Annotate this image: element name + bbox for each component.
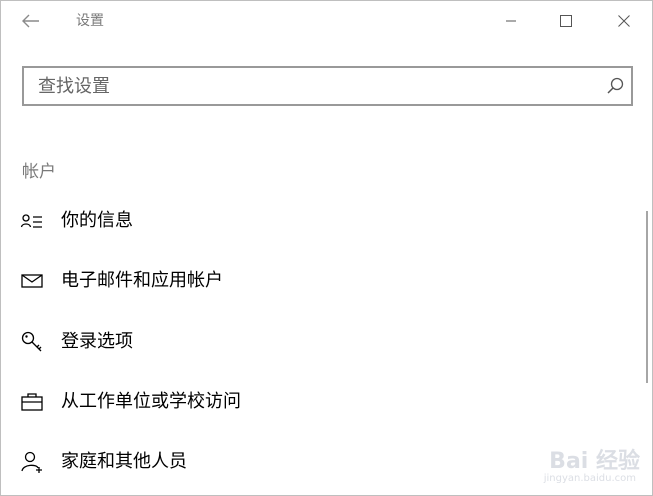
close-icon: [618, 15, 630, 27]
watermark-text: Bai 经验: [549, 449, 640, 474]
window-title: 设置: [76, 13, 104, 29]
mail-icon: [20, 269, 44, 293]
nav-item-label: 从工作单位或学校访问: [61, 391, 241, 412]
search-icon[interactable]: [605, 76, 625, 96]
maximize-button[interactable]: [543, 1, 589, 41]
nav-item-your-info[interactable]: 你的信息: [1, 199, 631, 243]
nav-item-label: 你的信息: [61, 210, 133, 231]
title-bar: 设置: [1, 1, 652, 41]
maximize-icon: [560, 15, 572, 27]
watermark: Bai 经验 jingyan.baidu.com: [514, 437, 644, 489]
nav-item-email-accounts[interactable]: 电子邮件和应用帐户: [1, 259, 631, 303]
add-person-icon: [20, 450, 44, 474]
back-button[interactable]: [13, 7, 49, 35]
search-input[interactable]: [24, 68, 598, 104]
section-title: 帐户: [22, 162, 56, 182]
user-info-icon: [20, 209, 44, 233]
minimize-button[interactable]: [488, 1, 534, 41]
nav-item-work-school[interactable]: 从工作单位或学校访问: [1, 380, 631, 424]
search-box[interactable]: [22, 66, 633, 106]
nav-item-label: 电子邮件和应用帐户: [61, 270, 223, 291]
nav-item-label: 登录选项: [61, 331, 133, 352]
key-icon: [20, 330, 44, 354]
nav-item-sign-in-options[interactable]: 登录选项: [1, 320, 631, 364]
back-arrow-icon: [22, 14, 39, 28]
minimize-icon: [506, 20, 516, 22]
nav-item-label: 家庭和其他人员: [61, 451, 187, 472]
watermark-url: jingyan.baidu.com: [543, 473, 636, 484]
close-button[interactable]: [601, 1, 647, 41]
scrollbar[interactable]: [646, 211, 648, 383]
settings-window: 设置 帐户: [0, 0, 653, 496]
briefcase-icon: [20, 390, 44, 414]
